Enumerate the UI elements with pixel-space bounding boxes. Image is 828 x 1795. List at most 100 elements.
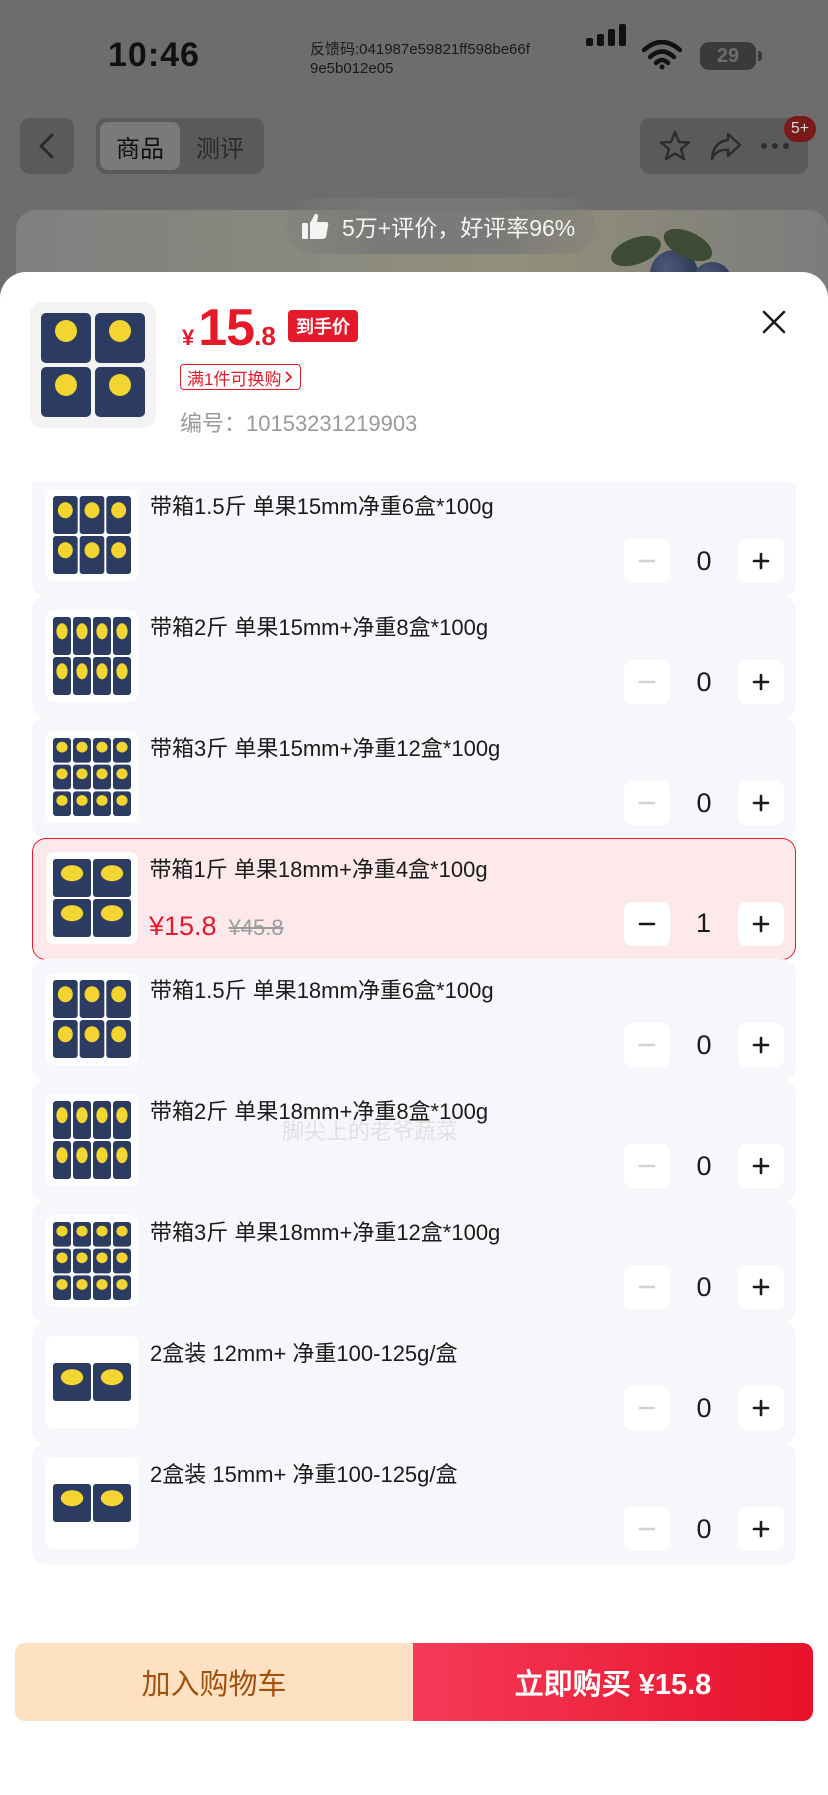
chevron-right-icon bbox=[285, 371, 293, 383]
variant-thumbnail bbox=[46, 489, 138, 581]
variant-thumbnail bbox=[46, 731, 138, 823]
variant-card[interactable]: 2盒装 12mm+ 净重100-125g/盒 0 bbox=[32, 1322, 796, 1444]
decrease-quantity-button[interactable] bbox=[624, 1386, 670, 1430]
variant-title: 带箱2斤 单果15mm+净重8盒*100g bbox=[150, 615, 489, 640]
close-button[interactable] bbox=[754, 302, 794, 342]
blueberry-box-image bbox=[53, 1222, 131, 1300]
decrease-quantity-button[interactable] bbox=[624, 1144, 670, 1188]
price-integer: 15 bbox=[198, 299, 255, 357]
variant-title: 带箱1.5斤 单果15mm净重6盒*100g bbox=[150, 494, 494, 519]
decrease-quantity-button[interactable] bbox=[624, 660, 670, 704]
increase-quantity-button[interactable] bbox=[737, 901, 784, 946]
star-icon[interactable] bbox=[658, 129, 692, 163]
sku-code: 编号：10153231219903 bbox=[180, 411, 418, 436]
plus-icon bbox=[752, 1278, 770, 1296]
blueberry-box-image bbox=[52, 858, 131, 937]
increase-quantity-button[interactable] bbox=[738, 660, 784, 704]
increase-quantity-button[interactable] bbox=[738, 781, 784, 825]
plus-icon bbox=[752, 1157, 770, 1175]
minus-icon bbox=[638, 801, 656, 805]
blueberry-box-image bbox=[41, 313, 145, 417]
selected-product-thumbnail bbox=[30, 302, 156, 428]
variant-card[interactable]: 带箱1.5斤 单果18mm净重6盒*100g 0 bbox=[32, 959, 796, 1081]
quantity-value: 0 bbox=[696, 787, 712, 818]
plus-icon bbox=[752, 915, 769, 932]
quantity-value: 0 bbox=[696, 1392, 712, 1423]
decrease-quantity-button[interactable] bbox=[624, 1023, 670, 1067]
minus-icon bbox=[638, 1043, 656, 1047]
quantity-stepper: 0 bbox=[624, 1144, 784, 1188]
review-summary[interactable]: 5万+评价，好评率96% bbox=[286, 198, 596, 254]
increase-quantity-button[interactable] bbox=[738, 1265, 784, 1309]
plus-icon bbox=[752, 1399, 770, 1417]
battery-indicator: 29 bbox=[700, 42, 756, 70]
variant-thumbnail bbox=[46, 1457, 138, 1549]
quantity-stepper: 0 bbox=[624, 1507, 784, 1551]
variant-title: 带箱1.5斤 单果18mm净重6盒*100g bbox=[150, 978, 494, 1003]
decrease-quantity-button[interactable] bbox=[624, 1265, 670, 1309]
variant-title: 带箱3斤 单果18mm+净重12盒*100g bbox=[150, 1220, 501, 1245]
minus-icon bbox=[638, 1164, 656, 1168]
decrease-quantity-button[interactable] bbox=[624, 781, 670, 825]
variant-price: ¥15.8 ¥45.8 bbox=[149, 911, 284, 942]
decrease-quantity-button[interactable] bbox=[624, 539, 670, 583]
blueberry-box-image bbox=[53, 738, 131, 816]
quantity-value: 0 bbox=[696, 1271, 712, 1302]
blueberry-box-image bbox=[53, 1484, 131, 1522]
more-icon[interactable] bbox=[760, 141, 790, 151]
minus-icon bbox=[638, 559, 656, 563]
sheet-price: ¥ 15 .8 bbox=[182, 298, 276, 358]
bottom-action-bar: 加入购物车 立即购买 ¥15.8 bbox=[15, 1643, 813, 1721]
quantity-value: 0 bbox=[696, 1513, 712, 1544]
variant-title: 带箱3斤 单果15mm+净重12盒*100g bbox=[150, 736, 501, 761]
variant-card[interactable]: 带箱1斤 单果18mm+净重4盒*100g ¥15.8 ¥45.8 1 bbox=[32, 838, 796, 960]
variant-thumbnail bbox=[46, 1336, 138, 1428]
increase-quantity-button[interactable] bbox=[738, 1386, 784, 1430]
variant-card[interactable]: 带箱3斤 单果18mm+净重12盒*100g 0 bbox=[32, 1201, 796, 1323]
blueberry-box-image bbox=[53, 1101, 131, 1179]
increase-quantity-button[interactable] bbox=[738, 1507, 784, 1551]
variant-card[interactable]: 带箱2斤 单果15mm+净重8盒*100g 0 bbox=[32, 596, 796, 718]
quantity-stepper: 1 bbox=[623, 901, 784, 946]
quantity-stepper: 0 bbox=[624, 539, 784, 583]
decrease-quantity-button[interactable] bbox=[623, 901, 670, 946]
quantity-stepper: 0 bbox=[624, 1265, 784, 1309]
increase-quantity-button[interactable] bbox=[738, 1023, 784, 1067]
chevron-left-icon bbox=[39, 133, 54, 159]
variant-card[interactable]: 带箱3斤 单果15mm+净重12盒*100g 0 bbox=[32, 717, 796, 839]
variant-card[interactable]: 带箱1.5斤 单果15mm净重6盒*100g 0 bbox=[32, 482, 796, 597]
watermark: 脚尖上的老爷蔬菜 bbox=[282, 1119, 459, 1144]
variant-current-price: ¥15.8 bbox=[149, 911, 217, 941]
variant-thumbnail bbox=[46, 610, 138, 702]
quantity-value: 0 bbox=[696, 1150, 712, 1181]
plus-icon bbox=[752, 1520, 770, 1538]
plus-icon bbox=[752, 794, 770, 812]
increase-quantity-button[interactable] bbox=[738, 539, 784, 583]
price-decimal: .8 bbox=[254, 321, 276, 351]
variant-card[interactable]: 2盒装 15mm+ 净重100-125g/盒 0 bbox=[32, 1443, 796, 1565]
quantity-stepper: 0 bbox=[624, 660, 784, 704]
swap-offer-tag[interactable]: 满1件可换购 bbox=[180, 364, 302, 390]
wifi-icon bbox=[642, 40, 682, 70]
add-to-cart-button[interactable]: 加入购物车 bbox=[15, 1643, 413, 1721]
page-tabs: 商品 测评 bbox=[96, 118, 264, 174]
blueberry-box-image bbox=[53, 980, 131, 1058]
buy-now-button[interactable]: 立即购买 ¥15.8 bbox=[413, 1643, 813, 1721]
variant-thumbnail bbox=[46, 1215, 138, 1307]
back-button[interactable] bbox=[20, 118, 74, 174]
minus-icon bbox=[638, 1285, 656, 1289]
status-time: 10:46 bbox=[108, 36, 200, 74]
decrease-quantity-button[interactable] bbox=[624, 1507, 670, 1551]
tab-product[interactable]: 商品 bbox=[100, 122, 180, 170]
quantity-value: 0 bbox=[696, 666, 712, 697]
variant-thumbnail bbox=[45, 851, 138, 944]
top-navigation: 商品 测评 bbox=[0, 118, 828, 176]
increase-quantity-button[interactable] bbox=[738, 1144, 784, 1188]
quantity-stepper: 0 bbox=[624, 1386, 784, 1430]
share-icon[interactable] bbox=[708, 129, 744, 163]
variant-title: 带箱1斤 单果18mm+净重4盒*100g bbox=[149, 856, 488, 882]
header-actions bbox=[640, 118, 808, 174]
tab-reviews[interactable]: 测评 bbox=[180, 122, 260, 170]
minus-icon bbox=[638, 1527, 656, 1531]
swap-offer-text: 满1件可换购 bbox=[187, 369, 282, 389]
